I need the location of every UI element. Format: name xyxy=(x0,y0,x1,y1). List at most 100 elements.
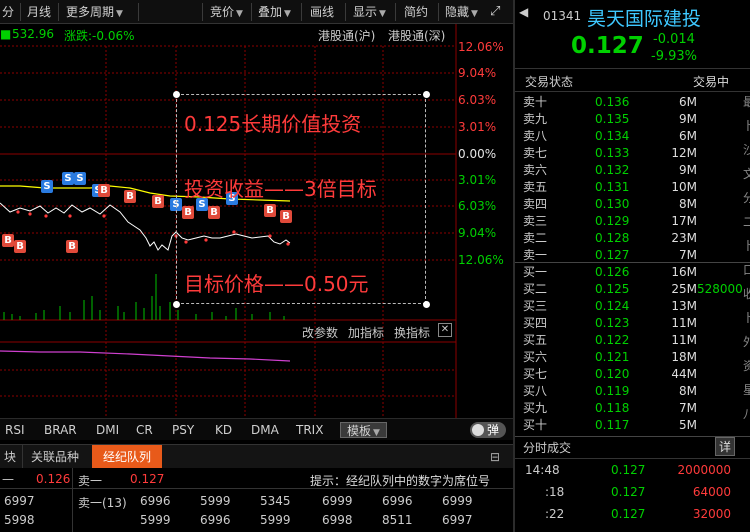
buy-label: — xyxy=(2,472,14,486)
close-icon[interactable]: ✕ xyxy=(438,323,452,337)
pct-down-1: 3.01% xyxy=(458,173,497,187)
book-level-label: 卖四 xyxy=(523,197,548,211)
book-level-label: 买五 xyxy=(523,333,548,347)
book-level-label: 卖一 xyxy=(523,248,548,262)
tab-related[interactable]: 关联品种 xyxy=(22,445,87,469)
broker-queue-panel: — 0.126 卖一 0.127 提示：经纪队列中的数字为席位号 6997 卖一… xyxy=(0,468,513,532)
quote-panel: ◀ 01341 昊天国际建投 0.127 -0.014 -9.93% 交易状态 … xyxy=(513,0,750,532)
book-level-price: 0.132 xyxy=(595,163,630,177)
trade-price: 0.127 xyxy=(611,507,646,521)
queue-sell-price: 0.127 xyxy=(130,472,165,486)
book-level-price: 0.126 xyxy=(595,265,630,279)
queue-row-1-left: 6997 xyxy=(4,494,35,508)
indicator-tab-rsi[interactable]: RSI xyxy=(5,419,25,441)
indicator-tab-kd[interactable]: KD xyxy=(215,419,232,441)
buy-marker: B xyxy=(152,195,164,208)
book-level-label: 卖八 xyxy=(523,129,548,143)
sell-marker: S xyxy=(41,180,53,193)
book-level-price: 0.122 xyxy=(595,333,630,347)
queue-cell: 5345 xyxy=(260,494,291,508)
book-level-label: 卖五 xyxy=(523,180,548,194)
book-level-volume: 44M xyxy=(671,367,697,381)
pct-zero: 0.00% xyxy=(458,147,497,161)
book-level-label: 买四 xyxy=(523,316,548,330)
book-level-label: 买三 xyxy=(523,299,548,313)
resize-handle-br[interactable] xyxy=(423,301,430,308)
book-level-label: 买七 xyxy=(523,367,548,381)
buy-marker: B xyxy=(124,190,136,203)
queue-cell: 5999 xyxy=(200,494,231,508)
back-arrow-icon[interactable]: ◀ xyxy=(519,5,528,19)
book-level-label: 卖十 xyxy=(523,95,548,109)
queue-cell: 6997 xyxy=(442,513,473,527)
indicator-tab-dma[interactable]: DMA xyxy=(251,419,279,441)
book-level-price: 0.136 xyxy=(595,95,630,109)
book-level-volume: 11M xyxy=(671,316,697,330)
book-level-label: 卖二 xyxy=(523,231,548,245)
book-level-extra: 528000 xyxy=(697,282,743,296)
buy-marker: B xyxy=(2,234,14,247)
trade-volume: 2000000 xyxy=(677,463,731,477)
resize-handle-tr[interactable] xyxy=(423,91,430,98)
book-level-volume: 9M xyxy=(679,112,697,126)
trade-price: 0.127 xyxy=(611,463,646,477)
side-rail[interactable]: 最卜沙文分二卜口收卜外资星八 xyxy=(743,90,750,435)
tab-broker-queue[interactable]: 经纪队列 xyxy=(92,445,162,469)
pct-up-2: 9.04% xyxy=(458,66,497,80)
book-level-label: 买二 xyxy=(523,282,548,296)
template-label: 模板 xyxy=(347,424,372,438)
queue-hint: 提示：经纪队列中的数字为席位号 xyxy=(310,474,491,488)
book-level-price: 0.123 xyxy=(595,316,630,330)
change-params-button[interactable]: 改参数 xyxy=(302,324,338,341)
book-level-price: 0.119 xyxy=(595,384,630,398)
resize-handle-tl[interactable] xyxy=(173,91,180,98)
queue-row-2-left: 5998 xyxy=(4,513,35,527)
pct-up-3: 6.03% xyxy=(458,93,497,107)
indicator-tab-dmi[interactable]: DMI xyxy=(96,419,119,441)
stock-price: 0.127 xyxy=(571,33,644,59)
stock-change-pct: -9.93% xyxy=(651,49,697,64)
book-level-volume: 12M xyxy=(671,146,697,160)
annotation-line-1: 0.125长期价值投资 xyxy=(184,112,362,136)
book-level-price: 0.134 xyxy=(595,129,630,143)
switch-indicator-button[interactable]: 换指标 xyxy=(394,324,430,341)
bottom-tabs: 块 关联品种 经纪队列 ⊟ xyxy=(0,444,513,469)
indicator-tab-cr[interactable]: CR xyxy=(136,419,153,441)
panel-collapse-icon[interactable]: ⊟ xyxy=(490,445,500,469)
book-level-price: 0.118 xyxy=(595,401,630,415)
indicator-tabs-bar: RSI BRAR DMI CR PSY KD DMA TRIX 模板 ▼ 弹 xyxy=(0,418,513,440)
caret-down-icon: ▼ xyxy=(373,428,380,438)
book-level-price: 0.135 xyxy=(595,112,630,126)
book-level-volume: 13M xyxy=(671,299,697,313)
buy-marker: B xyxy=(14,240,26,253)
book-level-label: 卖三 xyxy=(523,214,548,228)
trade-time: :18 xyxy=(545,485,565,499)
book-level-label: 卖九 xyxy=(523,112,548,126)
queue-cell: 6998 xyxy=(322,513,353,527)
trades-detail-button[interactable]: 详 xyxy=(715,437,736,456)
sell-marker: S xyxy=(62,172,74,185)
book-level-label: 买十 xyxy=(523,418,548,432)
book-level-label: 买八 xyxy=(523,384,548,398)
tab-block[interactable]: 块 xyxy=(0,445,20,469)
template-button[interactable]: 模板 ▼ xyxy=(340,422,387,438)
book-level-volume: 5M xyxy=(679,418,697,432)
book-level-volume: 10M xyxy=(671,180,697,194)
book-level-price: 0.117 xyxy=(595,418,630,432)
queue-cell: 5999 xyxy=(140,513,171,527)
indicator-tab-trix[interactable]: TRIX xyxy=(296,419,323,441)
pct-down-2: 6.03% xyxy=(458,199,497,213)
book-level-volume: 18M xyxy=(671,350,697,364)
indicator-tab-brar[interactable]: BRAR xyxy=(44,419,77,441)
book-level-price: 0.128 xyxy=(595,231,630,245)
book-level-volume: 11M xyxy=(671,333,697,347)
buy-marker: B xyxy=(66,240,78,253)
trade-volume: 64000 xyxy=(692,485,731,499)
queue-cell: 5999 xyxy=(260,513,291,527)
add-indicator-button[interactable]: 加指标 xyxy=(348,324,384,341)
bullet-toggle[interactable]: 弹 xyxy=(470,422,506,438)
stock-name: 昊天国际建投 xyxy=(587,8,702,30)
indicator-tab-psy[interactable]: PSY xyxy=(172,419,194,441)
resize-handle-bl[interactable] xyxy=(173,301,180,308)
book-level-price: 0.124 xyxy=(595,299,630,313)
